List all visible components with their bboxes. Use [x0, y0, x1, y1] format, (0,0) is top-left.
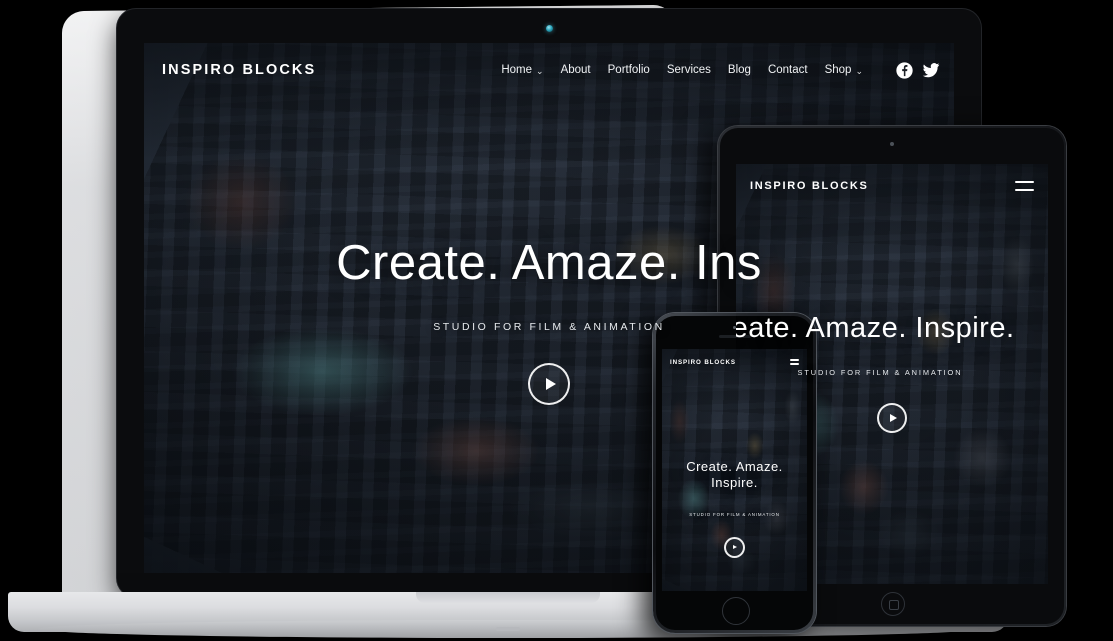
site-navigation-bar-phone: INSPIRO BLOCKS [662, 349, 807, 375]
site-navigation-bar-desktop: INSPIRO BLOCKS Home ⌄ About Portfolio Se… [144, 43, 954, 97]
play-video-button[interactable] [528, 363, 570, 405]
site-navigation-bar-tablet: INSPIRO BLOCKS [736, 164, 1048, 208]
nav-item-shop[interactable]: Shop ⌄ [825, 64, 863, 76]
hero-headline: Create. Amaze. Ins [336, 236, 762, 290]
nav-item-about[interactable]: About [561, 64, 591, 76]
hero-subtitle: STUDIO FOR FILM & ANIMATION [689, 511, 780, 517]
chevron-down-icon: ⌄ [855, 65, 863, 76]
laptop-base-notch [416, 592, 600, 603]
hamburger-bar [790, 363, 799, 365]
site-logo[interactable]: INSPIRO BLOCKS [162, 62, 316, 78]
laptop-base-foot [496, 627, 520, 631]
nav-item-portfolio[interactable]: Portfolio [608, 64, 650, 76]
hero-content-phone: Create. Amaze. Inspire. STUDIO FOR FILM … [662, 459, 807, 558]
site-logo[interactable]: INSPIRO BLOCKS [670, 359, 736, 366]
nav-item-home[interactable]: Home ⌄ [501, 64, 543, 76]
phone-home-button[interactable] [721, 597, 750, 625]
hero-headline: Create. Amaze. Inspire. [736, 312, 1015, 344]
nav-item-home-label: Home [501, 64, 533, 76]
screenshot-stage: INSPIRO BLOCKS Home ⌄ About Portfolio Se… [0, 0, 1113, 641]
tablet-front-camera-icon [890, 142, 894, 146]
hamburger-bar [790, 359, 799, 361]
play-video-button[interactable] [877, 403, 907, 433]
hamburger-bar [1015, 188, 1034, 191]
chevron-down-icon: ⌄ [536, 65, 544, 76]
nav-item-services[interactable]: Services [667, 64, 711, 76]
twitter-icon[interactable] [922, 61, 940, 79]
facebook-icon[interactable] [896, 61, 913, 79]
phone-device: INSPIRO BLOCKS Create. Amaze. Inspire. S… [653, 313, 816, 633]
nav-item-blog[interactable]: Blog [728, 64, 751, 76]
hero-headline: Create. Amaze. Inspire. [686, 459, 783, 491]
play-video-button[interactable] [724, 536, 745, 558]
site-logo[interactable]: INSPIRO BLOCKS [750, 180, 869, 192]
hamburger-menu-icon[interactable] [1015, 179, 1034, 193]
nav-item-contact[interactable]: Contact [768, 64, 808, 76]
hamburger-bar [1015, 181, 1034, 184]
social-links [896, 61, 940, 79]
laptop-camera-indicator-icon [545, 25, 553, 32]
tablet-home-button[interactable] [881, 592, 905, 616]
nav-item-shop-label: Shop [824, 64, 852, 76]
nav-links: Home ⌄ About Portfolio Services Blog Con… [501, 61, 940, 79]
hamburger-menu-icon[interactable] [790, 358, 799, 366]
